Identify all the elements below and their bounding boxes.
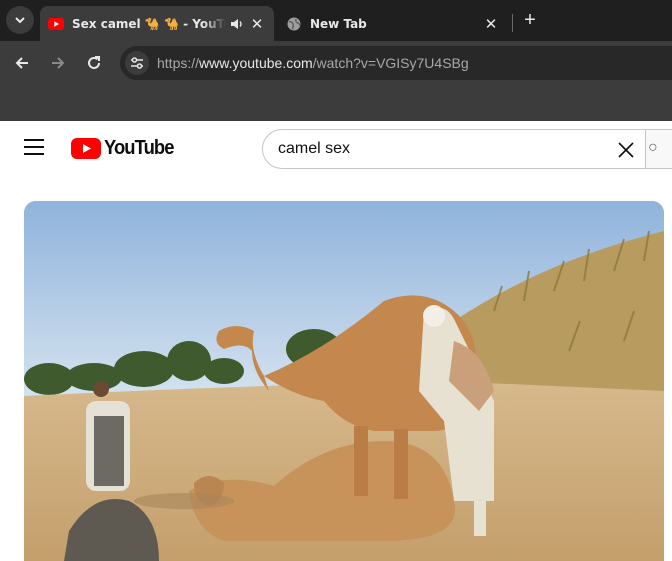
tab-strip: Sex camel 🐪 🐪 - YouTube ✕ New Tab ✕ + <box>0 0 672 41</box>
back-button[interactable] <box>10 51 34 75</box>
tab-divider <box>512 14 513 32</box>
site-info-button[interactable] <box>125 51 149 75</box>
tab-search-button[interactable] <box>6 6 34 34</box>
tab-youtube[interactable]: Sex camel 🐪 🐪 - YouTube ✕ <box>40 6 274 41</box>
youtube-header: YouTube camel sex ○ <box>0 121 672 177</box>
browser-toolbar: https://www.youtube.com/watch?v=VGISy7U4… <box>0 41 672 121</box>
menu-button[interactable] <box>24 139 46 159</box>
search-icon: ○ <box>648 139 658 156</box>
video-player[interactable] <box>24 201 664 561</box>
arrow-left-icon <box>15 57 28 69</box>
youtube-play-logo-icon <box>71 138 101 159</box>
clear-search-button[interactable] <box>611 135 641 165</box>
close-tab-button[interactable]: ✕ <box>246 13 268 35</box>
hamburger-icon <box>24 139 44 141</box>
search-button[interactable]: ○ <box>646 129 672 169</box>
url-text: https://www.youtube.com/watch?v=VGISy7U4… <box>157 55 469 71</box>
youtube-logo-text: YouTube <box>104 137 174 159</box>
search-box[interactable]: camel sex <box>262 129 646 169</box>
globe-icon <box>286 16 302 32</box>
tab-title: Sex camel 🐪 🐪 - YouTube <box>72 16 226 31</box>
arrow-right-icon <box>52 57 65 69</box>
speaker-icon[interactable] <box>228 15 246 33</box>
close-icon <box>618 142 634 158</box>
close-tab-button[interactable]: ✕ <box>480 13 502 35</box>
tune-icon <box>131 57 143 69</box>
new-tab-button[interactable]: + <box>518 8 542 32</box>
search-input[interactable]: camel sex <box>278 140 350 158</box>
forward-button[interactable] <box>46 51 70 75</box>
youtube-logo[interactable]: YouTube <box>71 137 180 160</box>
chevron-down-icon <box>15 17 25 24</box>
tab-title: New Tab <box>310 16 367 31</box>
youtube-favicon-icon <box>48 16 64 32</box>
address-bar[interactable]: https://www.youtube.com/watch?v=VGISy7U4… <box>120 46 672 80</box>
reload-button[interactable] <box>82 51 106 75</box>
video-frame <box>24 201 664 561</box>
tab-new-tab[interactable]: New Tab ✕ <box>278 6 508 41</box>
reload-icon <box>88 56 100 69</box>
